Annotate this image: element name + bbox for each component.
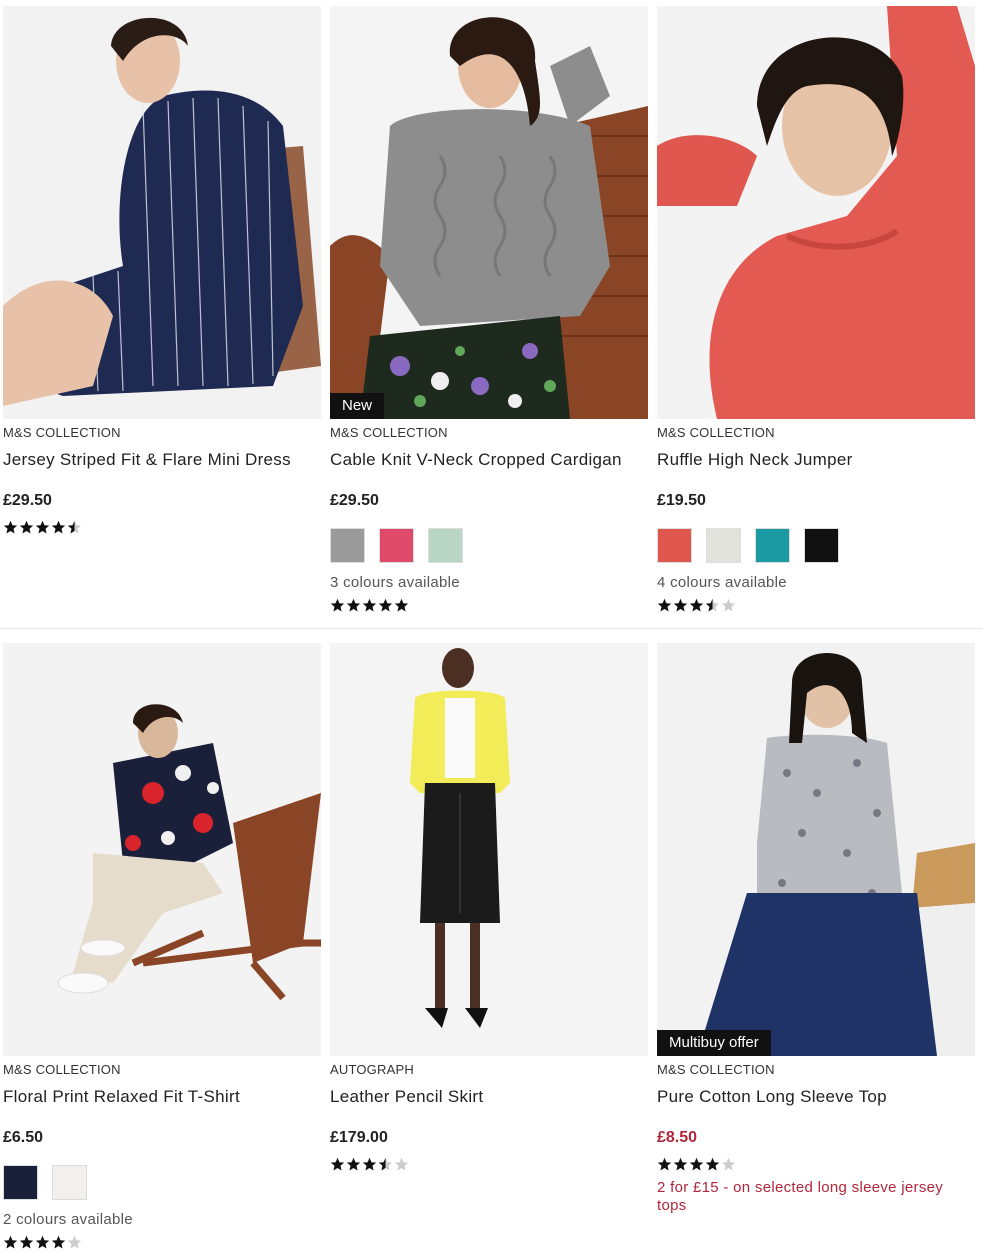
product-image[interactable] bbox=[3, 6, 321, 419]
star-full-icon bbox=[689, 1157, 704, 1171]
product-image[interactable]: New bbox=[330, 6, 648, 419]
product-price: £179.00 bbox=[330, 1129, 388, 1146]
star-full-icon bbox=[689, 598, 704, 612]
star-full-icon bbox=[705, 1157, 720, 1171]
star-full-icon bbox=[362, 598, 377, 612]
product-brand: AUTOGRAPH bbox=[330, 1062, 414, 1077]
product-price: £29.50 bbox=[330, 492, 379, 509]
product-title[interactable]: Cable Knit V-Neck Cropped Cardigan bbox=[330, 449, 648, 491]
star-empty-icon bbox=[721, 598, 736, 612]
product-image[interactable]: Multibuy offer bbox=[657, 643, 975, 1056]
product-card[interactable]: AUTOGRAPH Leather Pencil Skirt £179.00 bbox=[330, 636, 648, 1173]
product-tag-new: New bbox=[330, 393, 385, 419]
colour-swatches bbox=[3, 1165, 321, 1200]
product-title[interactable]: Ruffle High Neck Jumper bbox=[657, 449, 975, 491]
product-row-2: M&S COLLECTION Floral Print Relaxed Fit … bbox=[0, 636, 983, 1259]
colour-swatches bbox=[657, 528, 975, 563]
product-price: £6.50 bbox=[3, 1129, 44, 1146]
star-full-icon bbox=[394, 598, 409, 612]
rating-stars bbox=[3, 1235, 321, 1251]
product-tag-multibuy: Multibuy offer bbox=[657, 1030, 771, 1056]
star-half-icon bbox=[67, 520, 82, 534]
colour-swatch[interactable] bbox=[379, 528, 414, 563]
star-full-icon bbox=[673, 1157, 688, 1171]
product-image[interactable] bbox=[330, 643, 648, 1056]
star-empty-icon bbox=[394, 1157, 409, 1171]
star-half-icon bbox=[705, 598, 720, 612]
product-photo bbox=[330, 643, 648, 1056]
star-full-icon bbox=[330, 1157, 345, 1171]
product-photo bbox=[657, 6, 975, 419]
product-image[interactable] bbox=[3, 643, 321, 1056]
product-title[interactable]: Floral Print Relaxed Fit T-Shirt bbox=[3, 1086, 321, 1128]
star-full-icon bbox=[330, 598, 345, 612]
product-photo bbox=[330, 6, 648, 419]
star-full-icon bbox=[346, 598, 361, 612]
product-photo bbox=[3, 6, 321, 419]
star-full-icon bbox=[673, 598, 688, 612]
colour-swatch[interactable] bbox=[706, 528, 741, 563]
colour-swatch[interactable] bbox=[804, 528, 839, 563]
product-image[interactable] bbox=[657, 6, 975, 419]
product-card[interactable]: Multibuy offer M&S COLLECTION Pure Cotto… bbox=[657, 636, 975, 1215]
multibuy-offer-link[interactable]: 2 for £15 - on selected long sleeve jers… bbox=[657, 1179, 975, 1215]
product-photo bbox=[3, 643, 321, 1056]
product-card[interactable]: New M&S COLLECTION Cable Knit V-Neck Cro… bbox=[330, 0, 648, 614]
colour-swatch[interactable] bbox=[52, 1165, 87, 1200]
star-empty-icon bbox=[721, 1157, 736, 1171]
rating-stars bbox=[3, 520, 321, 536]
product-brand: M&S COLLECTION bbox=[3, 1062, 121, 1077]
product-price: £19.50 bbox=[657, 492, 706, 509]
star-full-icon bbox=[51, 520, 66, 534]
product-brand: M&S COLLECTION bbox=[657, 1062, 775, 1077]
rating-stars bbox=[330, 1157, 648, 1173]
star-full-icon bbox=[35, 1235, 50, 1249]
star-full-icon bbox=[3, 520, 18, 534]
colours-available: 2 colours available bbox=[3, 1211, 133, 1228]
colours-available: 4 colours available bbox=[657, 574, 787, 591]
star-full-icon bbox=[346, 1157, 361, 1171]
colour-swatches bbox=[330, 528, 648, 563]
product-card[interactable]: M&S COLLECTION Jersey Striped Fit & Flar… bbox=[3, 0, 321, 536]
product-price: £8.50 bbox=[657, 1129, 698, 1146]
colour-swatch[interactable] bbox=[657, 528, 692, 563]
rating-stars bbox=[657, 598, 975, 614]
star-full-icon bbox=[19, 520, 34, 534]
rating-stars bbox=[657, 1157, 975, 1173]
star-full-icon bbox=[35, 520, 50, 534]
star-full-icon bbox=[3, 1235, 18, 1249]
star-full-icon bbox=[19, 1235, 34, 1249]
colour-swatch[interactable] bbox=[3, 1165, 38, 1200]
star-full-icon bbox=[657, 1157, 672, 1171]
star-empty-icon bbox=[67, 1235, 82, 1249]
product-brand: M&S COLLECTION bbox=[3, 425, 121, 440]
product-brand: M&S COLLECTION bbox=[657, 425, 775, 440]
rating-stars bbox=[330, 598, 648, 614]
product-row-1: M&S COLLECTION Jersey Striped Fit & Flar… bbox=[0, 0, 983, 628]
colour-swatch[interactable] bbox=[428, 528, 463, 563]
colours-available: 3 colours available bbox=[330, 574, 460, 591]
colour-swatch[interactable] bbox=[330, 528, 365, 563]
row-divider bbox=[0, 628, 983, 629]
product-card[interactable]: M&S COLLECTION Ruffle High Neck Jumper £… bbox=[657, 0, 975, 614]
star-full-icon bbox=[51, 1235, 66, 1249]
product-price: £29.50 bbox=[3, 492, 52, 509]
product-title[interactable]: Pure Cotton Long Sleeve Top bbox=[657, 1086, 975, 1128]
colour-swatch[interactable] bbox=[755, 528, 790, 563]
star-full-icon bbox=[657, 598, 672, 612]
product-title[interactable]: Jersey Striped Fit & Flare Mini Dress bbox=[3, 449, 321, 491]
star-full-icon bbox=[378, 598, 393, 612]
product-card[interactable]: M&S COLLECTION Floral Print Relaxed Fit … bbox=[3, 636, 321, 1251]
product-title[interactable]: Leather Pencil Skirt bbox=[330, 1086, 648, 1128]
star-full-icon bbox=[362, 1157, 377, 1171]
product-photo bbox=[657, 643, 975, 1056]
star-half-icon bbox=[378, 1157, 393, 1171]
product-brand: M&S COLLECTION bbox=[330, 425, 448, 440]
